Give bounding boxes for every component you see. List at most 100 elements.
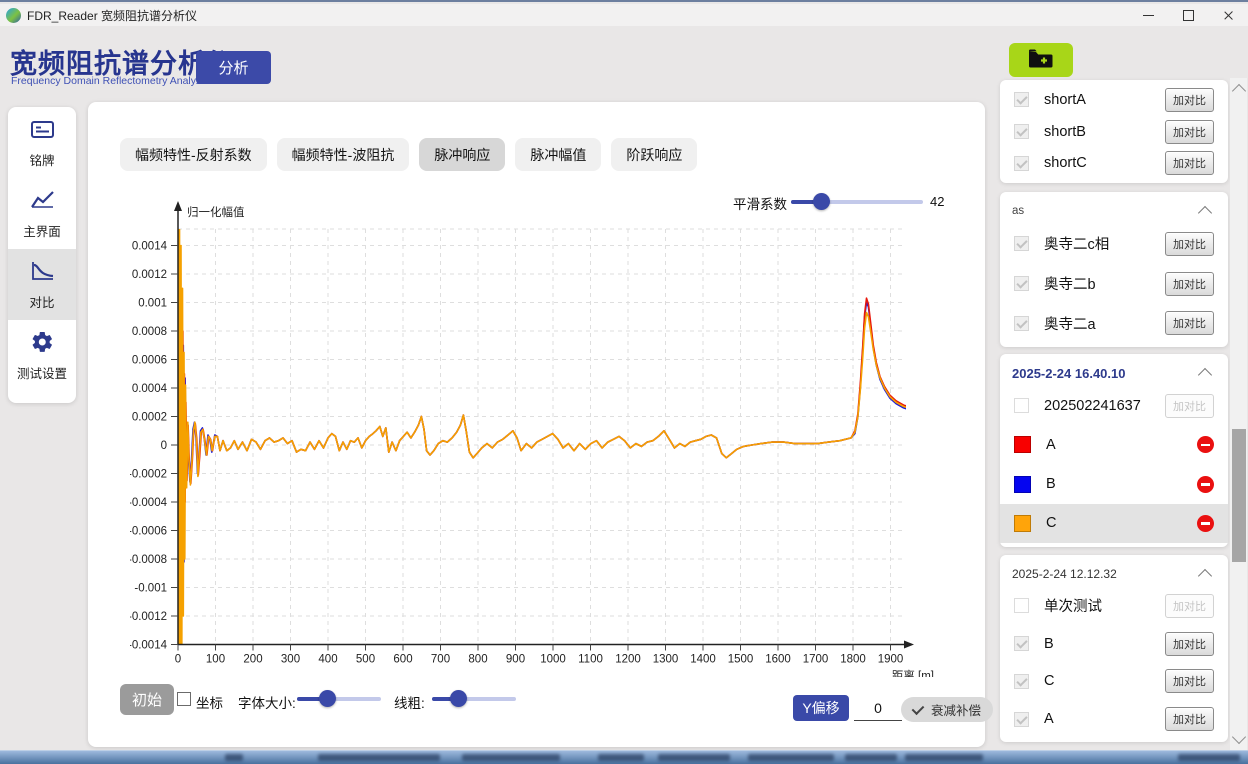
x-tick-label: 400 (318, 654, 337, 666)
tab-3[interactable]: 脉冲响应 (419, 138, 505, 171)
item-checkbox[interactable] (1014, 276, 1029, 291)
test-group-card: as奥寺二c相加对比奥寺二b加对比奥寺二a加对比 (1000, 192, 1228, 347)
list-item[interactable]: A (1008, 425, 1220, 464)
list-item[interactable]: 202502241637加对比 (1008, 386, 1220, 425)
remove-button[interactable] (1197, 515, 1214, 532)
group-title: 2025-2-24 16.40.10 (1012, 366, 1125, 381)
y-tick-label: 0.0012 (132, 269, 167, 281)
list-item[interactable]: shortB加对比 (1008, 116, 1220, 148)
sidebar-item-2[interactable]: 主界面 (8, 178, 76, 249)
sidebar-item-1[interactable]: 铭牌 (8, 107, 76, 178)
chevron-up-icon[interactable] (1198, 206, 1212, 220)
item-label: shortA (1044, 92, 1086, 108)
attenuation-compensation-toggle[interactable]: 衰减补偿 (901, 697, 993, 722)
group-title: as (1012, 205, 1024, 217)
taskbar-item (318, 754, 440, 761)
add-compare-button[interactable]: 加对比 (1165, 120, 1214, 144)
x-tick-label: 1600 (765, 654, 791, 666)
panel-scrollbar[interactable] (1230, 78, 1247, 750)
list-item[interactable]: 奥寺二a 加对比 (1008, 303, 1220, 343)
x-tick-label: 1200 (615, 654, 641, 666)
add-compare-button[interactable]: 加对比 (1165, 88, 1214, 112)
list-item[interactable]: A加对比 (1008, 700, 1220, 738)
item-label: B (1044, 636, 1054, 652)
item-checkbox[interactable] (1014, 316, 1029, 331)
reset-button[interactable]: 初始 (120, 684, 174, 715)
font-size-slider[interactable] (297, 690, 381, 708)
list-item[interactable]: 单次测试加对比 (1008, 587, 1220, 625)
window-title: FDR_Reader 宽频阻抗谱分析仪 (27, 7, 197, 24)
tab-5[interactable]: 阶跃响应 (611, 138, 697, 171)
add-compare-button[interactable]: 加对比 (1165, 669, 1214, 693)
x-axis-title: 距离 [m] (892, 669, 934, 678)
item-label: 奥寺二a (1044, 313, 1096, 334)
tab-4[interactable]: 脉冲幅值 (515, 138, 601, 171)
item-checkbox[interactable] (1014, 712, 1029, 727)
x-tick-label: 700 (431, 654, 450, 666)
item-checkbox[interactable] (1014, 156, 1029, 171)
tab-2[interactable]: 幅频特性-波阻抗 (277, 138, 410, 171)
minimize-button[interactable] (1128, 4, 1168, 26)
item-checkbox[interactable] (1014, 674, 1029, 689)
list-item[interactable]: C (1000, 504, 1228, 543)
x-tick-label: 1800 (840, 654, 866, 666)
add-compare-button[interactable]: 加对比 (1165, 707, 1214, 731)
taskbar-item (905, 754, 983, 761)
scroll-down-icon[interactable] (1232, 730, 1246, 744)
left-sidebar: 铭牌主界面对比测试设置 (8, 107, 76, 403)
sidebar-item-label: 主界面 (23, 221, 61, 240)
tab-1[interactable]: 幅频特性-反射系数 (120, 138, 267, 171)
item-checkbox[interactable] (1014, 236, 1029, 251)
slider-thumb[interactable] (450, 690, 467, 707)
x-tick-label: 200 (243, 654, 262, 666)
list-item[interactable]: shortA 加对比 (1008, 84, 1220, 116)
gear-icon (30, 330, 55, 359)
list-item[interactable]: 奥寺二b 加对比 (1008, 264, 1220, 304)
line-width-label: 线粗: (394, 692, 425, 712)
slider-thumb[interactable] (319, 690, 336, 707)
remove-button[interactable] (1197, 476, 1214, 493)
scrollbar-thumb[interactable] (1232, 429, 1246, 562)
list-item[interactable]: 奥寺二c相加对比 (1008, 224, 1220, 264)
list-item[interactable]: B 加对比 (1008, 625, 1220, 663)
item-checkbox[interactable] (1014, 636, 1029, 651)
coordinate-checkbox[interactable] (177, 692, 191, 706)
list-item[interactable]: B (1008, 465, 1220, 504)
taskbar-item (658, 754, 730, 761)
item-checkbox[interactable] (1014, 92, 1029, 107)
item-checkbox[interactable] (1014, 124, 1029, 139)
import-folder-button[interactable] (1009, 43, 1073, 77)
y-offset-button[interactable]: Y偏移 (793, 695, 849, 721)
analyze-button[interactable]: 分析 (196, 51, 271, 84)
slider-track[interactable] (432, 697, 516, 701)
y-offset-input[interactable] (854, 696, 902, 721)
line-width-slider[interactable] (432, 690, 516, 708)
coordinate-checkbox-label[interactable]: 坐标 (196, 692, 223, 712)
title-bar: FDR_Reader 宽频阻抗谱分析仪 (0, 4, 1248, 26)
item-checkbox[interactable] (1014, 598, 1029, 613)
add-compare-button[interactable]: 加对比 (1165, 232, 1214, 256)
x-tick-label: 1500 (728, 654, 754, 666)
list-item[interactable]: C加对比 (1008, 663, 1220, 701)
item-checkbox[interactable] (1014, 398, 1029, 413)
y-tick-label: 0 (161, 440, 167, 452)
test-group-card: 2025-2-24 12.12.32单次测试加对比B加对比C加对比A加对比 (1000, 555, 1228, 742)
remove-button[interactable] (1197, 436, 1214, 453)
slider-track[interactable] (297, 697, 381, 701)
maximize-button[interactable] (1168, 4, 1208, 26)
add-compare-button[interactable]: 加对比 (1165, 311, 1214, 335)
add-compare-button[interactable]: 加对比 (1165, 151, 1214, 175)
taskbar-item (598, 754, 644, 761)
item-label: 奥寺二b (1044, 273, 1096, 294)
list-item[interactable]: shortC加对比 (1008, 147, 1220, 179)
add-compare-button[interactable]: 加对比 (1165, 632, 1214, 656)
x-tick-label: 0 (175, 654, 181, 666)
test-group-card: 2025-2-24 16.40.10 202502241637加对比ABC (1000, 354, 1228, 547)
chevron-up-icon[interactable] (1198, 569, 1212, 583)
close-button[interactable] (1208, 4, 1248, 26)
chevron-up-icon[interactable] (1198, 368, 1212, 382)
sidebar-item-4[interactable]: 测试设置 (8, 320, 76, 391)
scroll-up-icon[interactable] (1232, 84, 1246, 98)
sidebar-item-3[interactable]: 对比 (8, 249, 76, 320)
add-compare-button[interactable]: 加对比 (1165, 272, 1214, 296)
